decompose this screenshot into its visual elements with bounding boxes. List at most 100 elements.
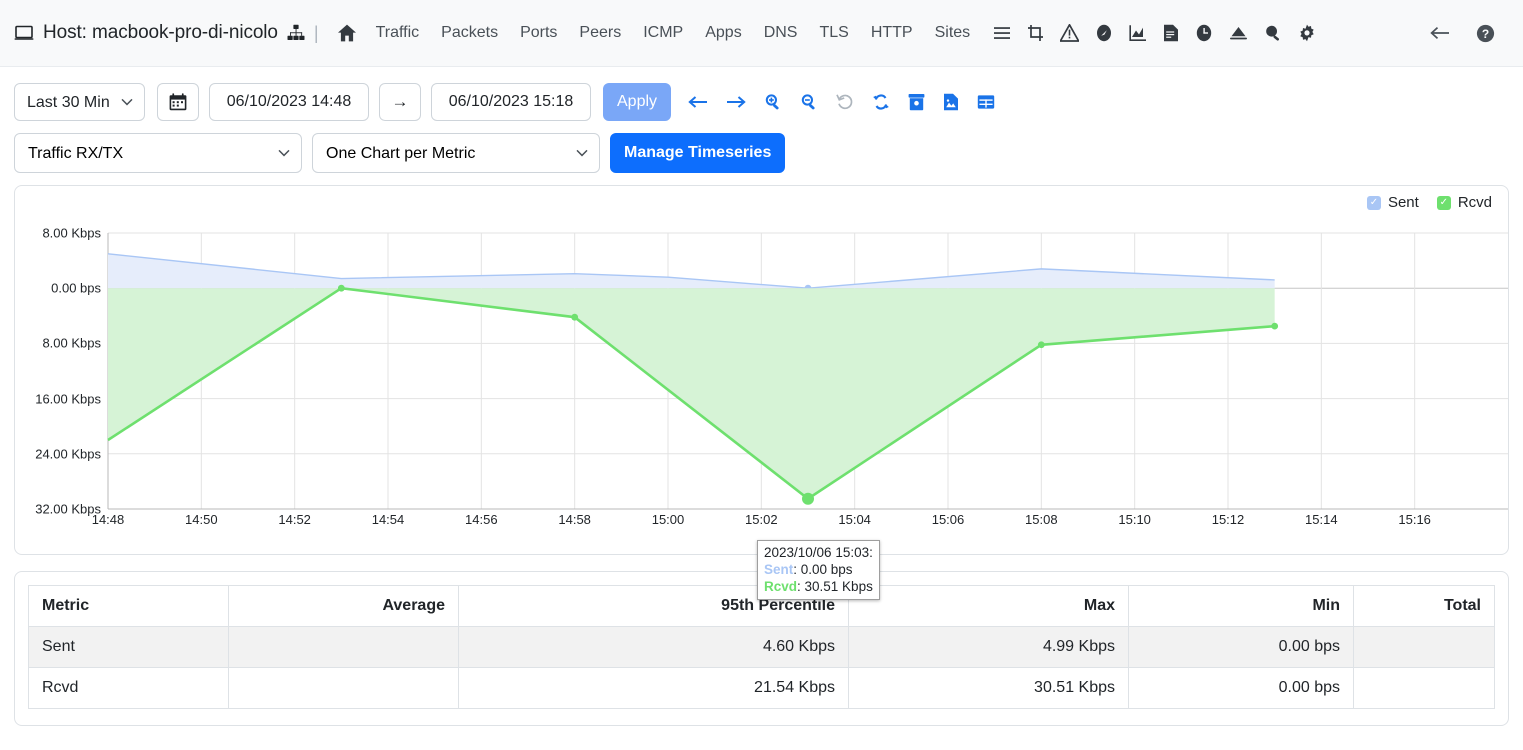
- nav-link-sites[interactable]: Sites: [924, 18, 982, 48]
- col-min: Min: [1128, 585, 1354, 627]
- time-range-row: Last 30 Min → Apply: [14, 83, 1509, 121]
- chart-card: ✓ Sent ✓ Rcvd 8.00 Kbps 0.00 bps 8.00 Kbps…: [14, 185, 1509, 555]
- y-axis-tick: 24.00 Kbps: [35, 446, 101, 462]
- cell-p95: 21.54 Kbps: [458, 667, 849, 709]
- col-total: Total: [1353, 585, 1495, 627]
- x-axis-tick: 15:16: [1398, 512, 1431, 527]
- cell-metric: Rcvd: [28, 667, 229, 709]
- x-axis-tick: 15:08: [1025, 512, 1058, 527]
- svg-text:?: ?: [1482, 27, 1489, 41]
- nav-link-tls[interactable]: TLS: [808, 18, 859, 48]
- clock-icon[interactable]: [1187, 19, 1221, 47]
- series-area-rcvd: [108, 288, 1275, 499]
- step-forward-icon[interactable]: [717, 89, 755, 115]
- search-icon[interactable]: [1256, 19, 1290, 47]
- traffic-area-chart[interactable]: [15, 216, 1508, 526]
- nav-link-dns[interactable]: DNS: [753, 18, 809, 48]
- tooltip-label-sent: Sent: [764, 562, 794, 577]
- x-axis-tick: 15:04: [838, 512, 871, 527]
- x-axis-tick: 14:48: [91, 512, 125, 527]
- x-axis-tick: 15:06: [931, 512, 965, 527]
- tooltip-row-rcvd: Rcvd: 30.51 Kbps: [764, 578, 873, 595]
- cell-total: [1353, 626, 1495, 668]
- data-point-rcvd[interactable]: [1271, 322, 1279, 330]
- zoom-out-icon[interactable]: [791, 87, 827, 117]
- brand: Host: macbook-pro-di-nicolo: [14, 22, 305, 44]
- step-back-icon[interactable]: [679, 89, 717, 115]
- upload-icon[interactable]: [1221, 19, 1256, 47]
- apply-button[interactable]: Apply: [603, 83, 672, 121]
- host-device-icon: [14, 23, 34, 43]
- nav-link-http[interactable]: HTTP: [860, 18, 924, 48]
- data-point-rcvd[interactable]: [571, 313, 579, 321]
- nav-right-group: ?: [1422, 19, 1507, 48]
- legend-item-rcvd[interactable]: ✓ Rcvd: [1436, 194, 1492, 211]
- nav-link-traffic[interactable]: Traffic: [365, 18, 431, 48]
- stats-table-body: Sent 4.60 Kbps 4.99 Kbps 0.00 bps Rcvd 2…: [28, 626, 1495, 709]
- manage-timeseries-button[interactable]: Manage Timeseries: [610, 133, 786, 173]
- range-preset-select[interactable]: Last 30 Min: [14, 83, 145, 121]
- y-axis-tick: 16.00 Kbps: [35, 391, 101, 407]
- tooltip-value-sent: : 0.00 bps: [793, 562, 853, 577]
- y-axis-labels: 8.00 Kbps 0.00 bps 8.00 Kbps 16.00 Kbps 24.0…: [15, 216, 101, 526]
- back-arrow-icon[interactable]: [1422, 20, 1458, 46]
- controls-toolbar: Last 30 Min → Apply: [0, 67, 1523, 173]
- refresh-icon[interactable]: [863, 87, 899, 117]
- host-title: Host: macbook-pro-di-nicolo: [43, 22, 278, 43]
- tooltip-label-rcvd: Rcvd: [764, 579, 798, 594]
- help-icon[interactable]: ?: [1468, 19, 1503, 48]
- sitemap-icon[interactable]: [287, 24, 305, 42]
- tooltip-timestamp: 2023/10/06 15:03:: [764, 545, 873, 560]
- legend-label-sent: Sent: [1387, 194, 1419, 211]
- gear-icon[interactable]: [1290, 19, 1324, 47]
- alert-triangle-icon[interactable]: [1052, 19, 1087, 47]
- cell-average: [228, 667, 459, 709]
- data-point-rcvd[interactable]: [802, 492, 814, 505]
- date-to-input[interactable]: [431, 83, 591, 121]
- legend-checkbox-rcvd[interactable]: ✓: [1436, 195, 1451, 210]
- zoom-in-icon[interactable]: [755, 87, 791, 117]
- layout-select[interactable]: One Chart per Metric: [312, 133, 600, 173]
- nav-link-packets[interactable]: Packets: [430, 18, 509, 48]
- x-axis-tick: 15:14: [1305, 512, 1338, 527]
- legend-item-sent[interactable]: ✓ Sent: [1366, 194, 1419, 211]
- chart-icon[interactable]: [1121, 19, 1155, 47]
- x-axis-tick: 14:52: [278, 512, 311, 527]
- nav-link-apps[interactable]: Apps: [694, 18, 752, 48]
- col-max: Max: [848, 585, 1129, 627]
- metric-select[interactable]: Traffic RX/TX: [14, 133, 302, 173]
- x-axis-tick: 15:02: [745, 512, 778, 527]
- undo-icon[interactable]: [827, 87, 863, 117]
- tooltip-row-sent: Sent: 0.00 bps: [764, 561, 873, 578]
- image-export-icon[interactable]: [934, 87, 968, 117]
- compass-icon[interactable]: [1087, 19, 1121, 47]
- chart-plot-area[interactable]: 8.00 Kbps 0.00 bps 8.00 Kbps 16.00 Kbps 24.0…: [15, 216, 1508, 527]
- legend-checkbox-sent[interactable]: ✓: [1366, 195, 1381, 210]
- nav-icon-group: [985, 19, 1324, 47]
- report-icon[interactable]: [1155, 19, 1187, 47]
- date-from-input[interactable]: [209, 83, 369, 121]
- crop-icon[interactable]: [1019, 19, 1052, 47]
- x-axis-tick: 14:58: [558, 512, 591, 527]
- cell-p95: 4.60 Kbps: [458, 626, 849, 668]
- cell-max: 4.99 Kbps: [848, 626, 1129, 668]
- table-export-icon[interactable]: [968, 87, 1004, 117]
- data-point-rcvd[interactable]: [1037, 341, 1045, 349]
- metric-select-wrap: Traffic RX/TX: [14, 133, 302, 173]
- chart-legend: ✓ Sent ✓ Rcvd: [1366, 194, 1492, 211]
- layout-select-wrap: One Chart per Metric: [312, 133, 600, 173]
- col-average: Average: [228, 585, 459, 627]
- x-axis-tick: 15:10: [1118, 512, 1151, 527]
- x-axis-tick: 14:50: [185, 512, 218, 527]
- home-icon[interactable]: [329, 18, 365, 48]
- nav-link-icmp[interactable]: ICMP: [632, 18, 694, 48]
- nav-link-peers[interactable]: Peers: [568, 18, 632, 48]
- cell-metric: Sent: [28, 626, 229, 668]
- hamburger-icon[interactable]: [985, 19, 1019, 47]
- calendar-button[interactable]: [157, 83, 199, 121]
- data-point-rcvd[interactable]: [337, 284, 345, 292]
- archive-icon[interactable]: [899, 87, 934, 117]
- nav-link-ports[interactable]: Ports: [509, 18, 568, 48]
- range-preset-wrap: Last 30 Min: [14, 83, 145, 121]
- chart-tooltip: 2023/10/06 15:03: Sent: 0.00 bps Rcvd: 3…: [757, 540, 880, 600]
